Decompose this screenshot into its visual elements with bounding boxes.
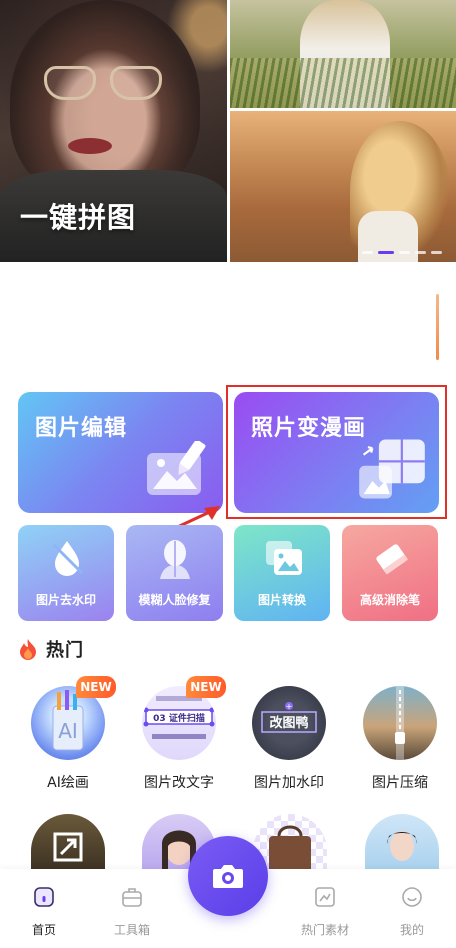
svg-text:+: + bbox=[286, 702, 293, 711]
banner-title: 一键拼图 bbox=[20, 201, 137, 234]
toolbox-icon bbox=[122, 888, 142, 907]
face-restore-icon bbox=[160, 540, 190, 579]
svg-text:改图鸭: 改图鸭 bbox=[269, 715, 308, 731]
home-icon bbox=[34, 887, 54, 907]
tab-home[interactable]: 首页 bbox=[4, 885, 84, 938]
eraser-icon bbox=[376, 544, 408, 575]
banner-photo-field-bottom bbox=[230, 111, 456, 262]
tab-label: 我的 bbox=[399, 923, 424, 937]
tab-hot-material[interactable]: 热门素材 bbox=[285, 885, 365, 938]
tab-profile[interactable]: 我的 bbox=[372, 885, 452, 938]
photo-edit-label: 图片编辑 bbox=[35, 416, 128, 441]
tool-watermark-remove[interactable]: 图片去水印 bbox=[18, 525, 114, 621]
profile-icon bbox=[402, 887, 422, 907]
id-photo-thumb bbox=[387, 831, 417, 861]
hot-item-ai-painting[interactable]: AI AI绘画 bbox=[13, 686, 123, 792]
flame-icon bbox=[20, 639, 36, 660]
expand-image-icon bbox=[53, 832, 83, 862]
camera-button[interactable] bbox=[188, 836, 268, 916]
app-home-screen: 一键拼图 图片编辑 照片变漫画 图片去水印 模糊人脸修复 图片转换 高级消除笔 … bbox=[0, 0, 456, 948]
add-watermark-thumb: 改图鸭 + bbox=[252, 686, 326, 760]
tool-eraser[interactable]: 高级消除笔 bbox=[342, 525, 438, 621]
tool-image-convert[interactable]: 图片转换 bbox=[234, 525, 330, 621]
tool-label: 模糊人脸修复 bbox=[138, 593, 211, 607]
tab-toolbox[interactable]: 工具箱 bbox=[92, 885, 172, 938]
hot-item-compress[interactable]: 图片压缩 bbox=[345, 686, 455, 792]
hot-item-label: 图片加水印 bbox=[254, 775, 324, 791]
banner-dot-active bbox=[378, 251, 394, 254]
tool-face-restore[interactable]: 模糊人脸修复 bbox=[126, 525, 223, 621]
tool-label: 图片转换 bbox=[257, 593, 306, 607]
banner-pagination bbox=[362, 251, 442, 255]
collage-banner[interactable]: 一键拼图 bbox=[0, 0, 456, 262]
hot-material-icon bbox=[315, 887, 335, 907]
scroll-indicator bbox=[436, 294, 439, 360]
hot-section-header: 热门 bbox=[18, 637, 84, 661]
compress-thumb bbox=[363, 686, 437, 760]
tab-label: 工具箱 bbox=[113, 923, 150, 937]
banner-dot bbox=[415, 251, 426, 254]
hot-item-add-watermark[interactable]: 改图鸭 + 图片加水印 bbox=[234, 686, 344, 792]
hot-item-edit-text[interactable]: 03 证件扫描 图片改文字 bbox=[124, 686, 234, 792]
banner-dot bbox=[399, 251, 410, 254]
tool-label: 高级消除笔 bbox=[359, 593, 420, 607]
tab-label: 首页 bbox=[31, 923, 56, 937]
banner-photo-field-top bbox=[230, 0, 456, 108]
tab-label: 热门素材 bbox=[300, 923, 349, 937]
new-badge: NEW bbox=[76, 676, 116, 698]
watermark-remove-icon bbox=[52, 541, 84, 576]
hot-item-label: 图片改文字 bbox=[144, 775, 214, 791]
hot-item-label: 图片压缩 bbox=[372, 775, 428, 791]
tool-label: 图片去水印 bbox=[35, 593, 96, 607]
photo-edit-card[interactable]: 图片编辑 bbox=[18, 392, 223, 513]
hot-item-row2-4[interactable] bbox=[365, 814, 439, 874]
banner-dot bbox=[431, 251, 442, 254]
photo-edit-icon bbox=[147, 441, 206, 495]
image-convert-icon bbox=[266, 541, 302, 575]
banner-dot bbox=[362, 251, 373, 254]
hot-item-row2-1[interactable] bbox=[31, 814, 105, 874]
cartoon-highlight-annotation bbox=[226, 385, 447, 519]
svg-text:03 证件扫描: 03 证件扫描 bbox=[153, 712, 205, 724]
svg-text:AI: AI bbox=[58, 719, 78, 743]
hot-section-title: 热门 bbox=[46, 640, 84, 661]
camera-icon bbox=[213, 865, 243, 888]
new-badge: NEW bbox=[186, 676, 226, 698]
hot-item-label: AI绘画 bbox=[47, 775, 89, 791]
